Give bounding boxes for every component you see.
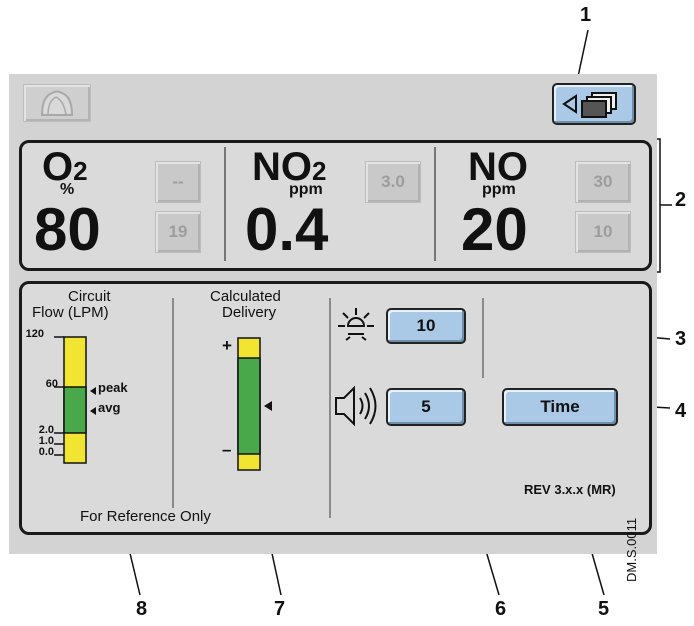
o2-symbol-sub: 2 — [73, 156, 88, 186]
flow-title-line2: Flow (LPM) — [32, 304, 109, 321]
o2-lower-alarm[interactable]: 19 — [155, 211, 201, 253]
no2-upper-alarm[interactable]: 3.0 — [365, 161, 421, 203]
no-upper-alarm[interactable]: 30 — [575, 161, 631, 203]
device-screen: O2 % 80 -- 19 NO2 ppm 0.4 3.0 NO ppm 20 … — [9, 74, 657, 554]
screen-switch-icon — [562, 92, 617, 118]
gas-monitor-panel: O2 % 80 -- 19 NO2 ppm 0.4 3.0 NO ppm 20 … — [19, 140, 652, 271]
ctl-divider-2 — [329, 298, 331, 518]
delivery-bar-gauge — [237, 337, 272, 471]
volume-button[interactable]: 5 — [386, 388, 466, 426]
gas-divider-2 — [434, 147, 436, 261]
ctl-divider-3 — [482, 298, 484, 378]
brightness-button[interactable]: 10 — [386, 308, 466, 344]
callout-8: 8 — [136, 598, 148, 620]
no-lower-alarm[interactable]: 10 — [575, 211, 631, 253]
revision-label: REV 3.x.x (MR) — [524, 482, 616, 497]
o2-symbol: O2 — [42, 145, 112, 190]
delivery-title-line2: Delivery — [222, 304, 277, 321]
reference-note: For Reference Only — [80, 508, 211, 525]
callout-1: 1 — [580, 4, 592, 26]
brightness-icon — [338, 308, 374, 341]
flow-peak-label: peak — [98, 380, 128, 395]
callout-2: 2 — [675, 189, 687, 211]
delivery-plus: + — [222, 336, 232, 355]
callout-5: 5 — [598, 598, 610, 620]
status-control-panel: Circuit Flow (LPM) 120 60 2.0 1.0 0.0 pe… — [19, 281, 652, 535]
ctl-divider-1 — [172, 298, 174, 508]
flow-title-line1: Circuit — [68, 288, 111, 305]
no2-value: 0.4 — [245, 196, 329, 263]
callout-3: 3 — [675, 328, 687, 350]
flow-scale-120: 120 — [25, 328, 44, 340]
document-code: DM.S.0011 — [624, 517, 639, 582]
flow-avg-label: avg — [98, 400, 121, 415]
delivery-minus: – — [222, 440, 232, 459]
avg-marker-icon — [90, 407, 96, 415]
gas-divider-1 — [224, 147, 226, 261]
delivery-marker-icon — [264, 401, 272, 411]
callout-6: 6 — [495, 598, 507, 620]
peak-marker-icon — [90, 387, 96, 395]
speaker-icon — [335, 385, 377, 427]
callout-4: 4 — [675, 400, 687, 422]
screen-switch-button[interactable] — [552, 83, 636, 125]
alarm-silence-button[interactable] — [23, 84, 91, 122]
flow-scale-0: 0.0 — [38, 446, 54, 458]
o2-upper-alarm[interactable]: -- — [155, 161, 201, 203]
time-button[interactable]: Time — [502, 388, 618, 426]
alarm-bell-icon — [40, 90, 74, 116]
callout-7: 7 — [274, 598, 286, 620]
delivery-title-line1: Calculated — [210, 288, 281, 305]
no-value: 20 — [461, 196, 528, 263]
o2-value: 80 — [34, 196, 101, 263]
